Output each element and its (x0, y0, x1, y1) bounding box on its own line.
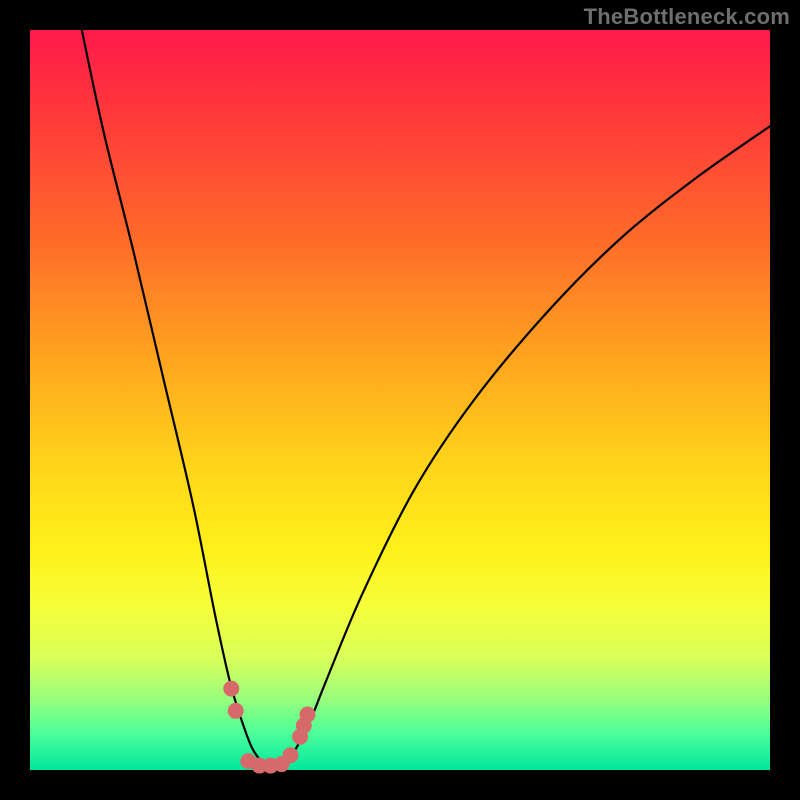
plot-area (30, 30, 770, 770)
highlight-dot (228, 703, 244, 719)
chart-frame: TheBottleneck.com (0, 0, 800, 800)
highlight-dot (282, 747, 298, 763)
bottleneck-curve (82, 30, 770, 766)
highlight-dots (223, 681, 315, 774)
highlight-dot (223, 681, 239, 697)
curve-svg (30, 30, 770, 770)
watermark-text: TheBottleneck.com (584, 4, 790, 30)
highlight-dot (300, 707, 316, 723)
